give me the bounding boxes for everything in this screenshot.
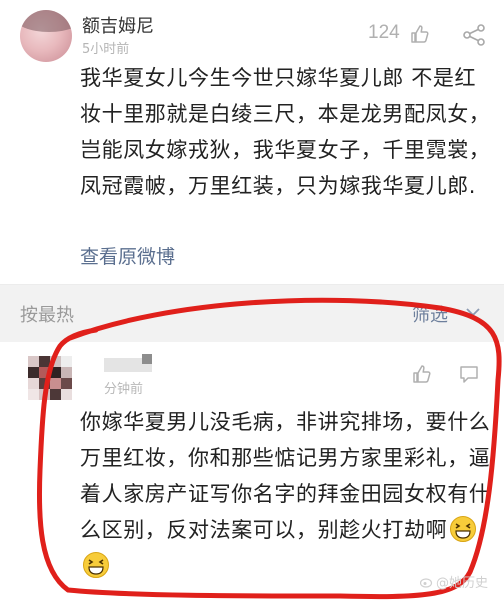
chevron-down-icon[interactable] <box>466 307 480 317</box>
watermark-text: @她历史 <box>436 576 489 591</box>
share-icon[interactable] <box>462 24 486 46</box>
comment-body: 你嫁华夏男儿没毛病，非讲究排场，要什么万里红妆，你和那些惦记男方家里彩礼，逼着人… <box>80 404 496 584</box>
avatar[interactable] <box>20 10 72 62</box>
thumbs-up-icon[interactable] <box>412 364 432 384</box>
view-original-link[interactable]: 查看原微博 <box>80 242 175 269</box>
weibo-logo-icon <box>420 578 433 588</box>
grinning-emoji-icon <box>450 516 477 542</box>
comment-sort-bar: 按最热 筛选 <box>0 284 504 342</box>
filter-button[interactable]: 筛选 <box>412 301 448 327</box>
sort-hot-tab[interactable]: 按最热 <box>20 301 74 327</box>
grinning-emoji-icon <box>83 552 109 578</box>
avatar[interactable] <box>28 356 72 400</box>
post-body: 我华夏女儿今生今世只嫁华夏儿郎 不是红妆十里那就是白绫三尺，本是龙男配凤女，岂能… <box>80 66 491 198</box>
comment-item: 分钟前 你嫁华夏男儿没毛病，非讲究排场，要什么万里红妆，你和那些惦记男方家里彩礼… <box>0 342 504 600</box>
comment-timestamp: 分钟前 <box>104 382 144 397</box>
post-like-count[interactable]: 124 <box>368 22 400 44</box>
watermark: @她历史 <box>420 572 488 591</box>
post-username[interactable]: 额吉姆尼 <box>82 12 154 38</box>
comment-text: 你嫁华夏男儿没毛病，非讲究排场，要什么万里红妆，你和那些惦记男方家里彩礼，逼着人… <box>80 410 491 542</box>
thumbs-up-icon[interactable] <box>410 24 430 44</box>
post-timestamp: 5小时前 <box>82 42 130 57</box>
reply-icon[interactable] <box>458 364 480 384</box>
comment-username-redacted <box>142 354 152 364</box>
top-post: 额吉姆尼 5小时前 124 我华夏女儿今生今世只嫁华夏儿郎 不是红妆十里那就是白… <box>0 0 504 284</box>
